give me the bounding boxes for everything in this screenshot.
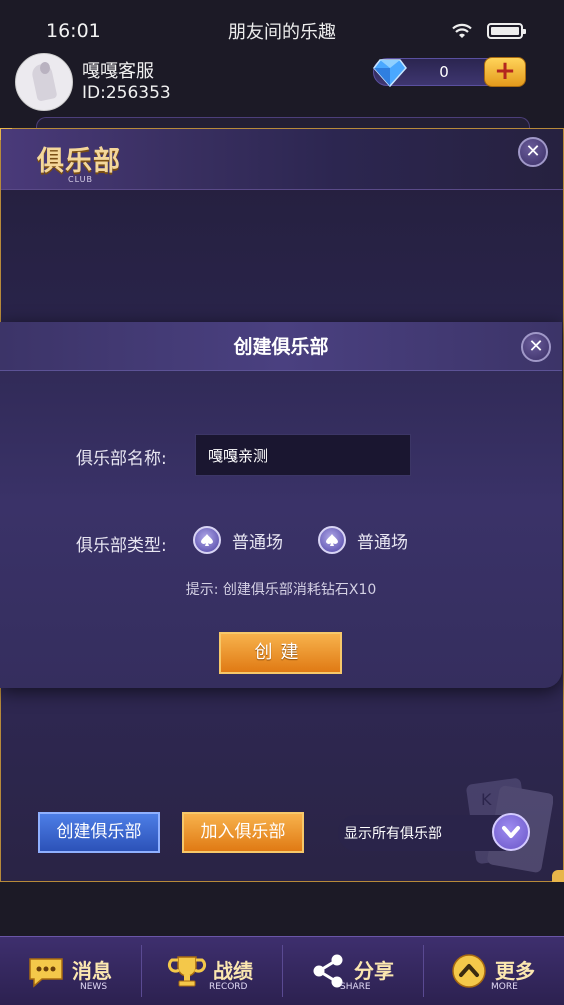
battery-icon [487,23,526,39]
nav-news[interactable]: 消息 NEWS [0,937,141,1005]
nav-share[interactable]: 分享 SHARE [282,937,423,1005]
filter-value: 显示所有俱乐部 [344,826,442,842]
create-club-modal: 创建俱乐部 ✕ 俱乐部名称: 俱乐部类型: 普通场 普通场 提示: 创建俱乐部消… [0,322,562,688]
close-modal-button[interactable]: ✕ [521,332,551,362]
add-diamond-button[interactable]: + [484,57,526,87]
wifi-icon [452,23,472,38]
nav-sublabel: SHARE [340,982,371,992]
message-icon [29,958,63,988]
nav-label: 战绩 [213,959,253,983]
club-title: 俱乐部 [37,146,121,177]
diamond-icon [373,59,407,88]
modal-header: 创建俱乐部 ✕ [0,322,562,371]
username: 嘎嘎客服 [82,61,154,82]
diamond-balance: 0 + [373,57,526,88]
chevron-down-icon[interactable] [492,813,530,851]
nav-sublabel: MORE [491,982,518,992]
club-filter-select[interactable]: 显示所有俱乐部 [338,813,530,851]
radio-option-label[interactable]: 普通场 [232,528,283,553]
nav-label: 消息 [72,959,112,983]
app-title: 朋友间的乐趣 [228,22,336,43]
nav-record[interactable]: 战绩 RECORD [141,937,282,1005]
nav-label: 更多 [495,959,535,983]
trophy-icon [167,956,207,987]
user-id: ID:256353 [82,83,171,103]
club-header: 俱乐部 CLUB ✕ [1,129,563,190]
radio-option-label[interactable]: 普通场 [357,528,408,553]
radio-spade-icon[interactable] [318,526,346,554]
club-name-input[interactable] [195,434,411,476]
nav-more[interactable]: 更多 MORE [423,937,564,1005]
close-club-button[interactable]: ✕ [518,137,548,167]
chevron-up-icon [452,954,486,988]
bottom-nav: 消息 NEWS 战绩 RECORD 分享 SHARE 更多 MORE [0,936,564,1005]
confirm-create-button[interactable]: 创建 [219,632,342,674]
club-subtitle: CLUB [68,175,93,184]
svg-text:K: K [481,790,492,809]
status-bar: 16:01 朋友间的乐趣 [0,0,564,50]
diamond-count: 0 [439,63,449,81]
avatar[interactable] [15,53,73,111]
club-type-label: 俱乐部类型: [76,536,167,556]
nav-sublabel: NEWS [80,982,108,992]
club-name-label: 俱乐部名称: [76,449,167,469]
nav-sublabel: RECORD [209,982,248,992]
join-club-button[interactable]: 加入俱乐部 [182,812,304,853]
cost-hint: 提示: 创建俱乐部消耗钻石X10 [185,582,377,598]
create-club-button[interactable]: 创建俱乐部 [38,812,160,853]
nav-label: 分享 [354,959,394,983]
radio-spade-icon[interactable] [193,526,221,554]
corner-ornament [552,870,564,882]
modal-title: 创建俱乐部 [233,336,329,358]
